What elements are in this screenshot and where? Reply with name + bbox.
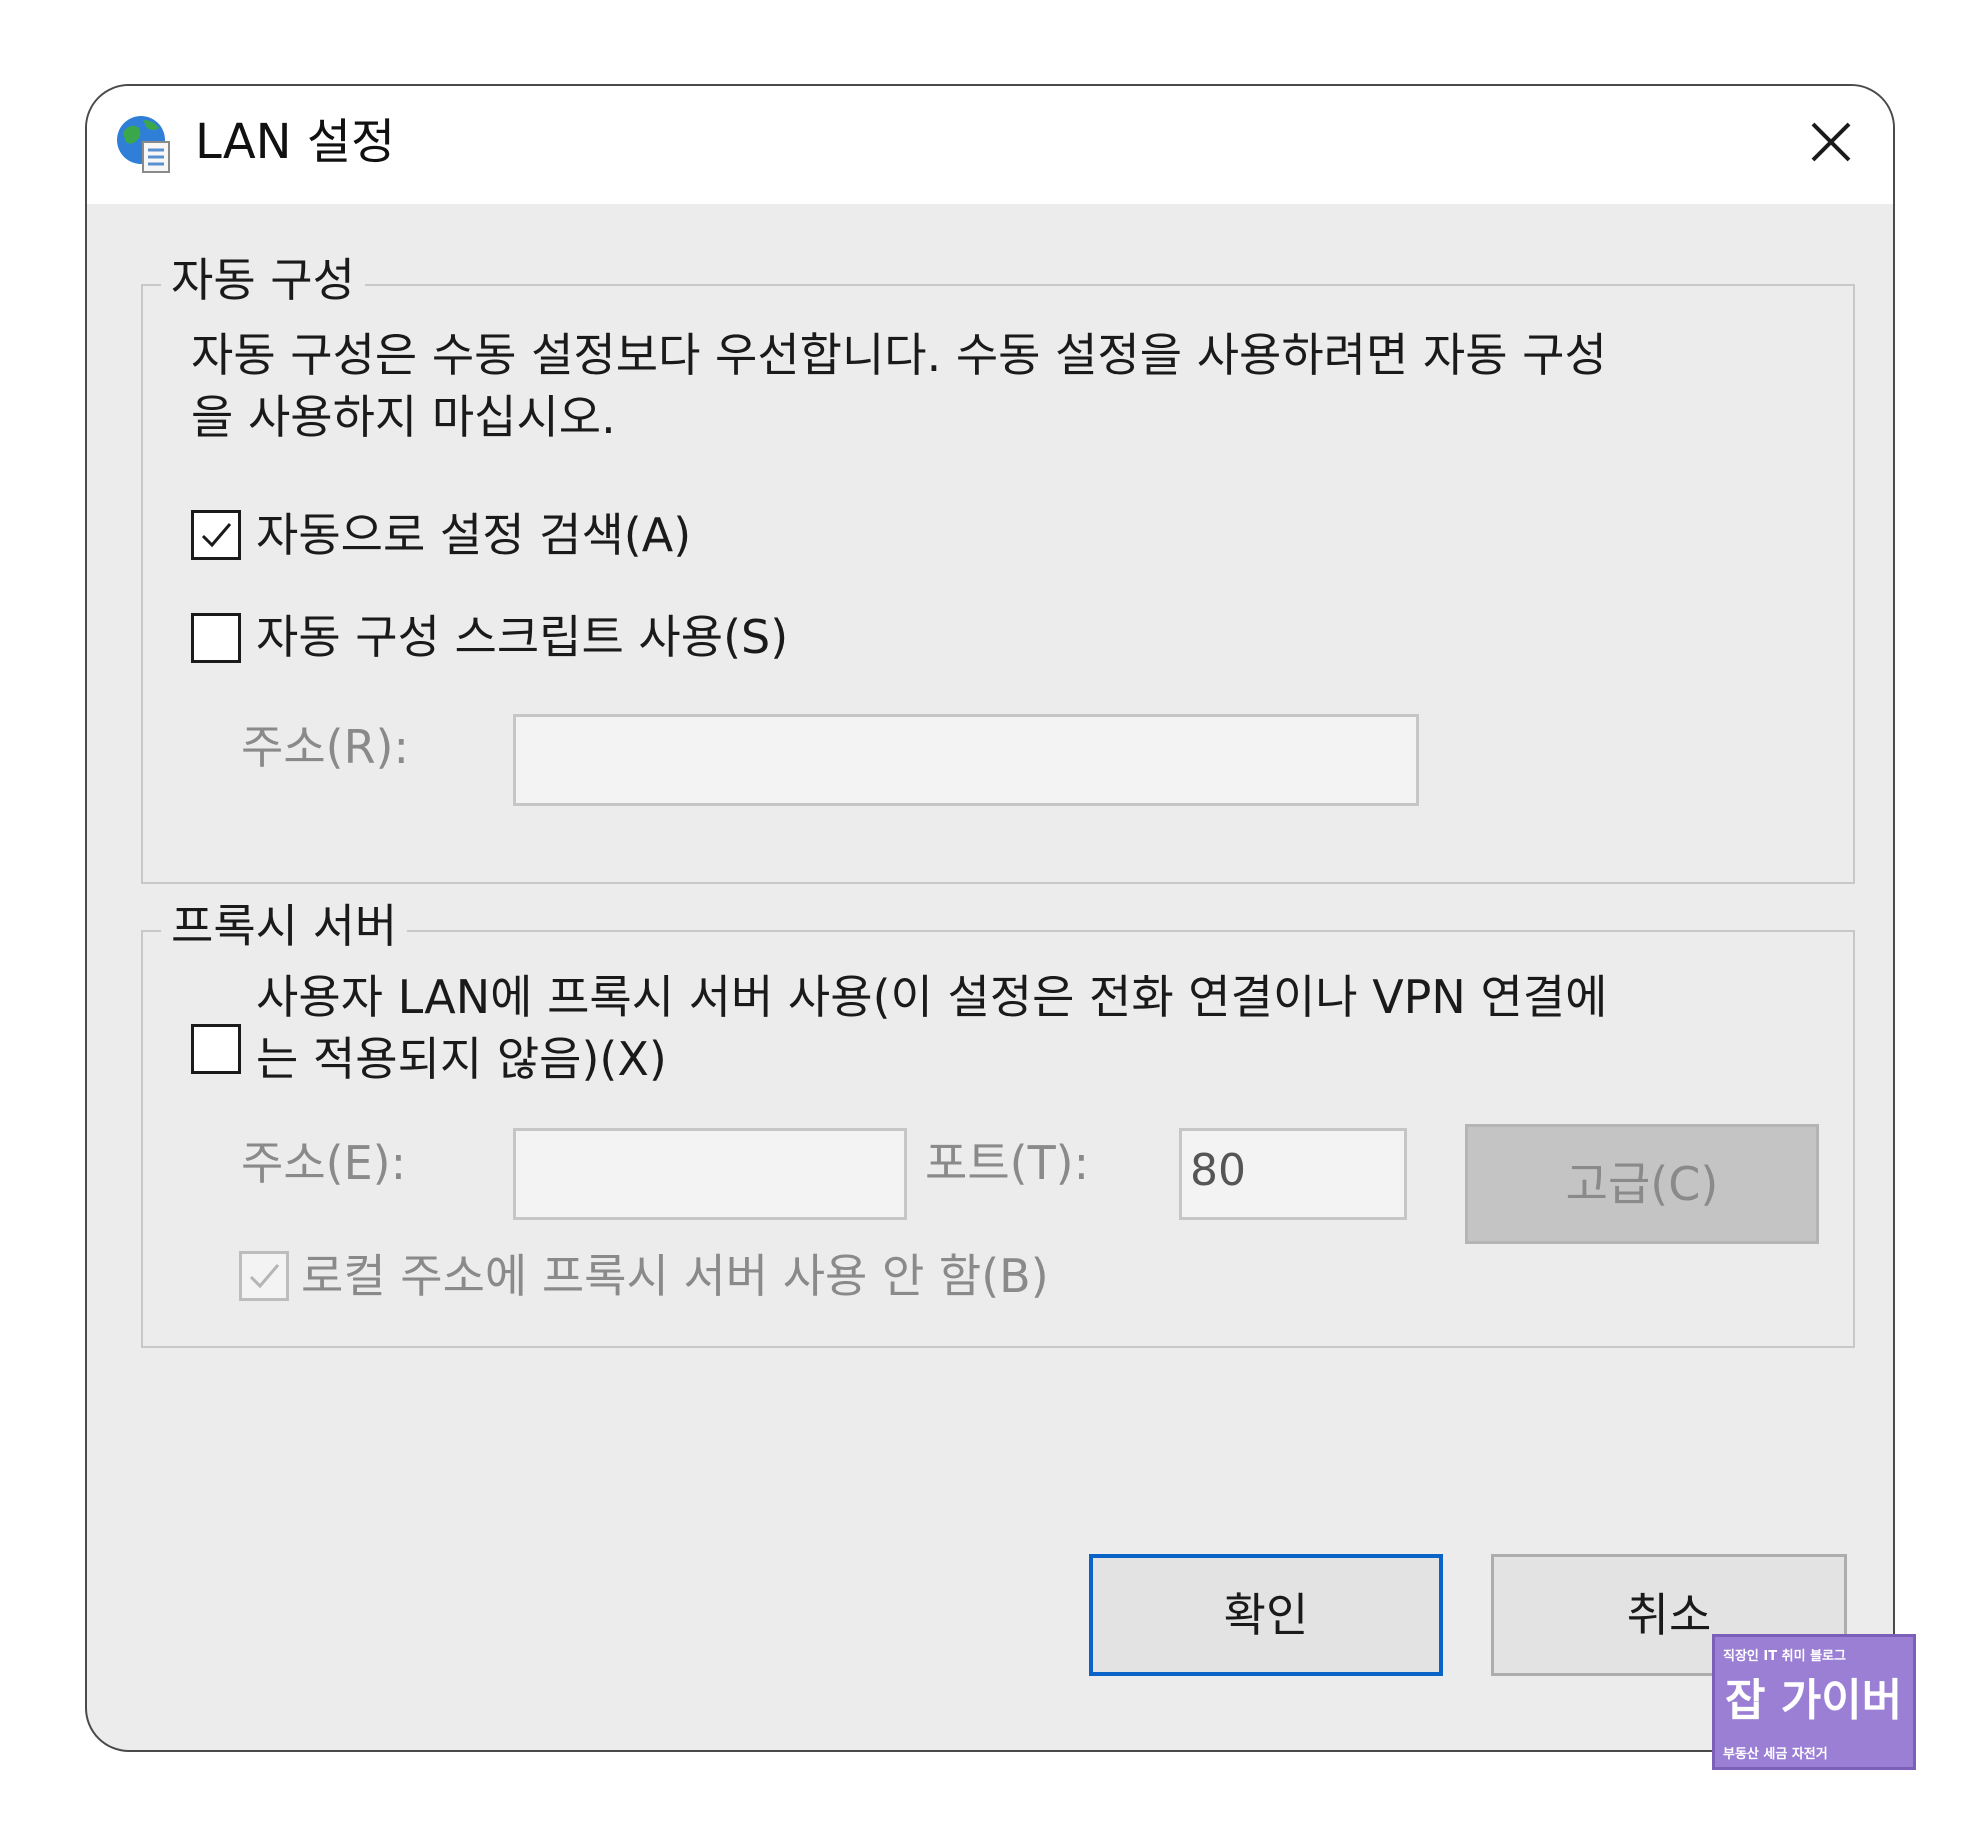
auto-config-description-line2: 을 사용하지 마십시오. — [191, 390, 616, 444]
auto-detect-label[interactable]: 자동으로 설정 검색(A) — [256, 504, 691, 566]
use-proxy-checkbox[interactable] — [191, 1024, 241, 1074]
auto-detect-checkbox[interactable] — [191, 510, 241, 560]
advanced-button[interactable]: 고급(C) — [1465, 1124, 1819, 1244]
script-address-label: 주소(R): — [241, 720, 409, 774]
proxy-address-input[interactable] — [513, 1128, 907, 1220]
auto-config-description-line1: 자동 구성은 수동 설정보다 우선합니다. 수동 설정을 사용하려면 자동 구성 — [191, 328, 1607, 382]
page: LAN 설정 자동 구성 자동 구성은 수동 설정보다 우선합니다. 수동 설정… — [0, 0, 1966, 1833]
internet-options-globe-icon — [113, 112, 177, 176]
proxy-server-group: 프록시 서버 사용자 LAN에 프록시 서버 사용(이 설정은 전화 연결이나 … — [141, 896, 1855, 1348]
bypass-local-checkbox[interactable] — [239, 1251, 289, 1301]
bypass-local-label[interactable]: 로컬 주소에 프록시 서버 사용 안 함(B) — [301, 1245, 1049, 1307]
proxy-address-label: 주소(E): — [241, 1136, 407, 1190]
watermark-main-text: 잡 가이버 — [1725, 1675, 1903, 1726]
close-button[interactable] — [1799, 110, 1863, 174]
close-icon — [1811, 122, 1851, 162]
proxy-port-label: 포트(T): — [925, 1136, 1090, 1190]
script-address-input[interactable] — [513, 714, 1419, 806]
title-bar[interactable]: LAN 설정 — [87, 86, 1893, 204]
checkmark-icon — [249, 1264, 280, 1289]
use-proxy-label-line2[interactable]: 는 적용되지 않음)(X) — [256, 1028, 667, 1090]
lan-settings-dialog: LAN 설정 자동 구성 자동 구성은 수동 설정보다 우선합니다. 수동 설정… — [85, 84, 1895, 1752]
dialog-title: LAN 설정 — [195, 114, 396, 170]
watermark-badge: 직장인 IT 취미 블로그 잡 가이버 부동산 세금 자전거 — [1712, 1634, 1916, 1770]
use-script-checkbox[interactable] — [191, 613, 241, 663]
checkmark-icon — [201, 523, 232, 548]
auto-config-group: 자동 구성 자동 구성은 수동 설정보다 우선합니다. 수동 설정을 사용하려면… — [141, 250, 1855, 884]
auto-config-legend: 자동 구성 — [161, 250, 365, 310]
use-proxy-label-line1[interactable]: 사용자 LAN에 프록시 서버 사용(이 설정은 전화 연결이나 VPN 연결에 — [256, 966, 1607, 1028]
watermark-bottom-text: 부동산 세금 자전거 — [1723, 1747, 1828, 1762]
use-script-label[interactable]: 자동 구성 스크립트 사용(S) — [256, 606, 788, 668]
watermark-top-text: 직장인 IT 취미 블로그 — [1723, 1649, 1846, 1664]
proxy-port-input[interactable]: 80 — [1179, 1128, 1407, 1220]
ok-button[interactable]: 확인 — [1089, 1554, 1443, 1676]
proxy-server-legend: 프록시 서버 — [161, 896, 408, 956]
